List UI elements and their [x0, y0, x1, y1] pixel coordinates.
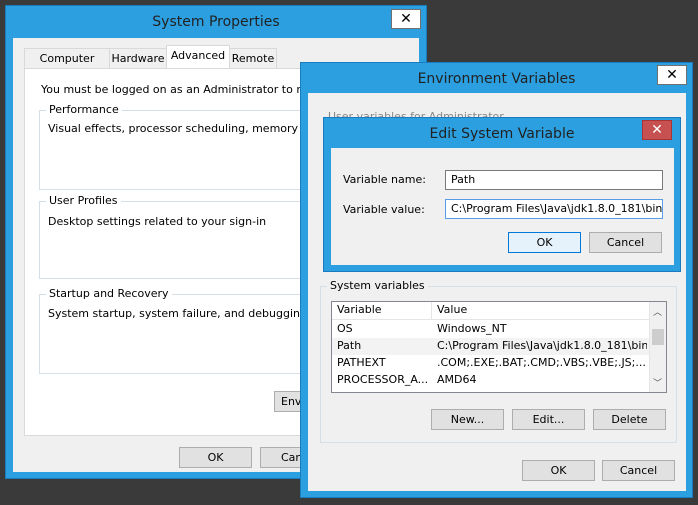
chevron-up-icon[interactable]: ︿ [653, 305, 662, 318]
table-row[interactable]: Path C:\Program Files\Java\jdk1.8.0_181\… [332, 338, 666, 355]
list-header: Variable Value [332, 302, 666, 320]
new-button[interactable]: New... [431, 409, 504, 430]
variable-name-input[interactable]: Path [445, 170, 663, 190]
tab-remote[interactable]: Remote [229, 48, 277, 68]
variable-value-input[interactable]: C:\Program Files\Java\jdk1.8.0_181\bin;C… [445, 199, 663, 219]
row-value: C:\Program Files\Java\jdk1.8.0_181\bin..… [437, 339, 647, 352]
system-properties-title: System Properties [152, 14, 280, 30]
variable-value-label: Variable value: [343, 203, 425, 216]
table-row[interactable]: OS Windows_NT [332, 321, 666, 338]
column-variable[interactable]: Variable [337, 303, 432, 316]
edit-variable-body: Variable name: Path Variable value: C:\P… [331, 148, 674, 265]
user-profiles-desc: Desktop settings related to your sign-in [48, 215, 267, 228]
tab-hardware[interactable]: Hardware [109, 48, 167, 68]
row-value: Windows_NT [437, 322, 507, 335]
close-icon[interactable]: ✕ [391, 9, 421, 29]
edit-system-variable-dialog: Edit System Variable ✕ Variable name: Pa… [323, 117, 681, 272]
column-value[interactable]: Value [437, 303, 647, 316]
edit-cancel-button[interactable]: Cancel [589, 232, 662, 253]
row-value: AMD64 [437, 373, 477, 386]
envvars-cancel-button[interactable]: Cancel [602, 460, 675, 481]
row-variable: OS [337, 322, 353, 335]
chevron-down-icon[interactable]: ﹀ [653, 376, 662, 389]
table-row[interactable]: PROCESSOR_A... AMD64 [332, 372, 666, 389]
row-variable: Path [337, 339, 362, 352]
scrollbar-thumb[interactable] [652, 329, 664, 345]
tab-computer-name[interactable]: Computer Name [24, 48, 110, 84]
sysprops-ok-button[interactable]: OK [179, 447, 252, 468]
system-variables-list[interactable]: Variable Value OS Windows_NT Path C:\Pro… [331, 301, 667, 393]
row-variable: PROCESSOR_A... [337, 373, 429, 386]
close-icon[interactable]: ✕ [657, 65, 687, 85]
edit-ok-button[interactable]: OK [508, 232, 581, 253]
performance-title: Performance [46, 103, 122, 116]
system-variables-group: System variables Variable Value OS Windo… [320, 279, 677, 443]
table-row[interactable]: PATHEXT .COM;.EXE;.BAT;.CMD;.VBS;.VBE;.J… [332, 355, 666, 372]
user-profiles-title: User Profiles [46, 194, 121, 207]
startup-title: Startup and Recovery [46, 287, 172, 300]
edit-variable-title: Edit System Variable [429, 126, 575, 142]
delete-button[interactable]: Delete [593, 409, 666, 430]
variable-name-label: Variable name: [343, 173, 426, 186]
environment-variables-title: Environment Variables [417, 71, 576, 87]
system-variables-title: System variables [327, 279, 428, 292]
close-icon[interactable]: ✕ [642, 120, 672, 140]
tab-advanced[interactable]: Advanced [166, 45, 230, 68]
row-variable: PATHEXT [337, 356, 386, 369]
envvars-ok-button[interactable]: OK [522, 460, 595, 481]
edit-button[interactable]: Edit... [512, 409, 585, 430]
row-value: .COM;.EXE;.BAT;.CMD;.VBS;.VBE;.JS;.... [437, 356, 647, 369]
list-scrollbar[interactable]: ︿ ﹀ [649, 302, 666, 392]
